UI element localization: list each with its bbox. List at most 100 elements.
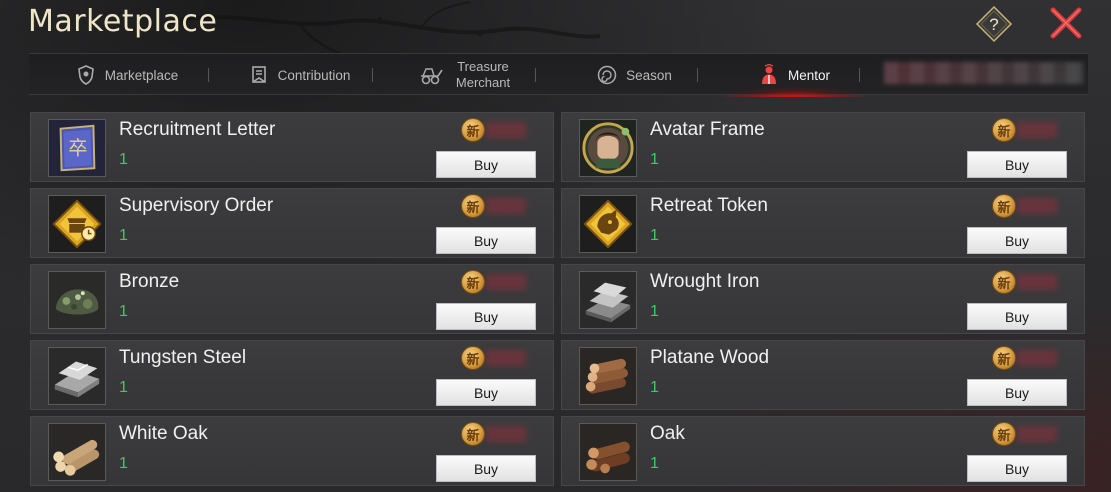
item-quantity: 1 <box>119 151 128 168</box>
tab-separator <box>859 68 860 82</box>
item-icon-frame <box>579 195 637 253</box>
tab-separator <box>535 68 536 82</box>
coin-icon: 新 <box>461 194 485 218</box>
price-redacted <box>486 274 526 290</box>
tab-season-label: Season <box>626 67 672 83</box>
item-name: Supervisory Order <box>119 195 274 216</box>
buy-button[interactable]: Buy <box>967 151 1067 178</box>
item-icon-frame <box>48 271 106 329</box>
mentor-tab-icon <box>761 64 776 84</box>
close-button[interactable] <box>1048 6 1084 40</box>
tab-mentor[interactable]: Mentor <box>719 54 869 97</box>
item-card: Avatar Frame 1 新 Buy <box>561 112 1085 182</box>
bronze-item-icon <box>49 272 105 328</box>
cart-tab-icon <box>420 68 443 85</box>
item-icon-frame <box>579 347 637 405</box>
tab-mentor-label: Mentor <box>787 67 831 83</box>
close-icon <box>1050 7 1082 39</box>
tab-treasure-label: Treasure <box>457 59 509 74</box>
window-title: Marketplace <box>28 4 218 39</box>
tab-contribution-label: Contribution <box>277 67 351 83</box>
buy-button[interactable]: Buy <box>436 151 536 178</box>
tab-season[interactable]: Season <box>559 54 709 96</box>
tab-separator <box>697 68 698 82</box>
token-item-icon <box>580 196 636 252</box>
tab-separator <box>208 68 209 82</box>
coin-icon: 新 <box>461 422 485 446</box>
tab-separator <box>372 68 373 82</box>
tab-marketplace[interactable]: Marketplace <box>49 54 204 96</box>
avatar-frame-item-icon <box>580 120 636 176</box>
price-redacted <box>1017 274 1057 290</box>
svg-text:卒: 卒 <box>68 137 87 160</box>
item-card: 卒 Recruitment Letter 1 新 Buy <box>30 112 554 182</box>
item-icon-frame <box>579 119 637 177</box>
item-quantity: 1 <box>119 455 128 472</box>
price-redacted <box>486 350 526 366</box>
item-name: White Oak <box>119 423 208 444</box>
item-card: Supervisory Order 1 新 Buy <box>30 188 554 258</box>
item-icon-frame <box>48 423 106 481</box>
item-name: Retreat Token <box>650 195 768 216</box>
item-card: Wrought Iron 1 新 Buy <box>561 264 1085 334</box>
coin-icon: 新 <box>992 270 1016 294</box>
item-card: Bronze 1 新 Buy <box>30 264 554 334</box>
buy-button[interactable]: Buy <box>967 379 1067 406</box>
shield-tab-icon <box>77 65 94 85</box>
item-quantity: 1 <box>650 151 659 168</box>
buy-button[interactable]: Buy <box>967 455 1067 482</box>
coin-icon: 新 <box>992 346 1016 370</box>
item-quantity: 1 <box>650 455 659 472</box>
item-icon-frame <box>48 347 106 405</box>
item-name: Avatar Frame <box>650 119 765 140</box>
order-item-icon <box>49 196 105 252</box>
help-icon: ? <box>975 5 1013 43</box>
item-quantity: 1 <box>119 379 128 396</box>
item-name: Wrought Iron <box>650 271 760 292</box>
tab-marketplace-label: Marketplace <box>104 67 179 83</box>
price-redacted <box>1017 350 1057 366</box>
buy-button[interactable]: Buy <box>436 227 536 254</box>
coin-icon: 新 <box>992 194 1016 218</box>
price-redacted <box>486 426 526 442</box>
help-glyph: ? <box>989 15 998 34</box>
tab-treasure-merchant[interactable]: Treasure Merchant <box>389 54 539 96</box>
item-quantity: 1 <box>650 227 659 244</box>
help-button[interactable]: ? <box>975 5 1013 43</box>
tab-merchant-label: Merchant <box>455 75 511 90</box>
coin-icon: 新 <box>461 346 485 370</box>
redacted-area <box>884 62 1084 84</box>
item-card: Retreat Token 1 新 Buy <box>561 188 1085 258</box>
item-icon-frame: 卒 <box>48 119 106 177</box>
coin-icon: 新 <box>461 118 485 142</box>
buy-button[interactable]: Buy <box>967 227 1067 254</box>
price-redacted <box>486 122 526 138</box>
buy-button[interactable]: Buy <box>436 379 536 406</box>
buy-button[interactable]: Buy <box>436 303 536 330</box>
item-icon-frame <box>579 271 637 329</box>
banner-tab-icon <box>251 66 266 83</box>
letter-item-icon: 卒 <box>49 120 105 176</box>
buy-button[interactable]: Buy <box>967 303 1067 330</box>
item-icon-frame <box>579 423 637 481</box>
item-icon-frame <box>48 195 106 253</box>
tab-contribution[interactable]: Contribution <box>224 54 374 96</box>
white-oak-item-icon <box>49 424 105 480</box>
item-name: Bronze <box>119 271 180 292</box>
item-quantity: 1 <box>650 303 659 320</box>
item-quantity: 1 <box>119 227 128 244</box>
coin-icon: 新 <box>992 422 1016 446</box>
item-card: Oak 1 新 Buy <box>561 416 1085 486</box>
price-redacted <box>1017 122 1057 138</box>
price-redacted <box>486 198 526 214</box>
steel-item-icon <box>49 348 105 404</box>
oak-item-icon <box>580 424 636 480</box>
platane-item-icon <box>580 348 636 404</box>
buy-button[interactable]: Buy <box>436 455 536 482</box>
coin-icon: 新 <box>992 118 1016 142</box>
item-card: White Oak 1 新 Buy <box>30 416 554 486</box>
item-name: Tungsten Steel <box>119 347 247 368</box>
price-redacted <box>1017 198 1057 214</box>
item-name: Recruitment Letter <box>119 119 276 140</box>
iron-item-icon <box>580 272 636 328</box>
